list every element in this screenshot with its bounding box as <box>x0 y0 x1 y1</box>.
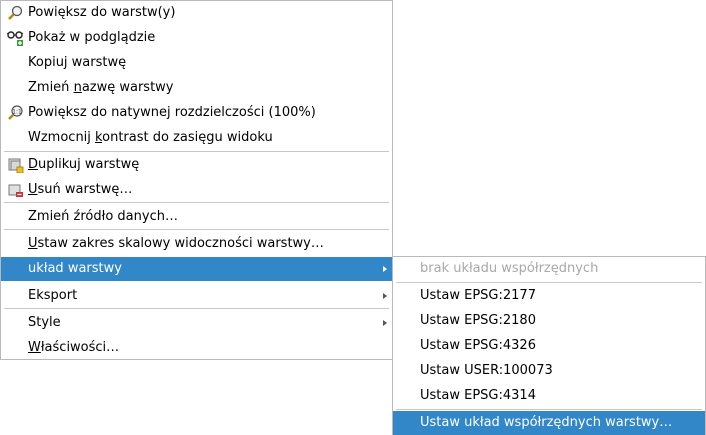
duplicate-layer-icon <box>7 157 24 174</box>
menu-item-zoom-to-layer[interactable]: Powiększ do warstw(y) <box>1 1 392 25</box>
submenu-item-epsg-2180[interactable]: Ustaw EPSG:2180 <box>393 309 705 333</box>
submenu-item-epsg-4326[interactable]: Ustaw EPSG:4326 <box>393 334 705 358</box>
svg-text:1:1: 1:1 <box>12 109 22 116</box>
menu-separator <box>4 308 389 309</box>
menu-item-zoom-native-resolution[interactable]: 1:1 Powiększ do natywnej rozdzielczości … <box>1 101 392 125</box>
submenu-arrow-icon <box>383 266 387 272</box>
menu-item-layer-crs[interactable]: układ warstwy <box>1 257 392 281</box>
submenu-item-no-crs: brak układu współrzędnych <box>420 261 599 276</box>
remove-layer-icon <box>7 182 24 198</box>
submenu-item-set-layer-crs[interactable]: Ustaw układ współrzędnych warstwy… <box>393 411 705 435</box>
menu-item-copy-layer[interactable]: Kopiuj warstwę <box>1 51 392 75</box>
zoom-native-resolution-icon: 1:1 <box>7 105 24 121</box>
menu-item-remove-layer[interactable]: Usuń warstwę… <box>1 178 392 202</box>
submenu-arrow-icon <box>383 320 387 326</box>
menu-item-rename-layer[interactable]: Zmień nazwę warstwy <box>1 76 392 100</box>
menu-item-show-in-overview[interactable]: Pokaż w podglądzie <box>1 26 392 50</box>
menu-item-duplicate-layer[interactable]: Duplikuj warstwę <box>1 153 392 177</box>
menu-separator <box>4 229 389 230</box>
glasses-plus-icon <box>6 30 24 46</box>
menu-separator <box>4 202 389 203</box>
menu-item-style[interactable]: Style <box>1 311 392 335</box>
menu-item-set-scale-visibility[interactable]: Ustaw zakres skalowy widoczności warstwy… <box>1 232 392 256</box>
menu-item-export[interactable]: Eksport <box>1 284 392 308</box>
menu-item-change-data-source[interactable]: Zmień źródło danych… <box>1 205 392 229</box>
menu-item-stretch-contrast[interactable]: Wzmocnij kontrast do zasięgu widoku <box>1 126 392 150</box>
layer-context-menu: Powiększ do warstw(y) Pokaż w podglądzie… <box>0 0 393 360</box>
menu-separator <box>396 282 702 283</box>
zoom-magnifier-icon <box>7 5 24 21</box>
submenu-item-epsg-4314[interactable]: Ustaw EPSG:4314 <box>393 384 705 408</box>
menu-separator <box>396 409 702 410</box>
menu-item-properties[interactable]: Właściwości… <box>1 336 392 360</box>
menu-separator <box>4 151 389 152</box>
submenu-item-epsg-2177[interactable]: Ustaw EPSG:2177 <box>393 284 705 308</box>
submenu-arrow-icon <box>383 293 387 299</box>
submenu-item-user-100073[interactable]: Ustaw USER:100073 <box>393 359 705 383</box>
crs-submenu: brak układu współrzędnych Ustaw EPSG:217… <box>392 256 706 435</box>
